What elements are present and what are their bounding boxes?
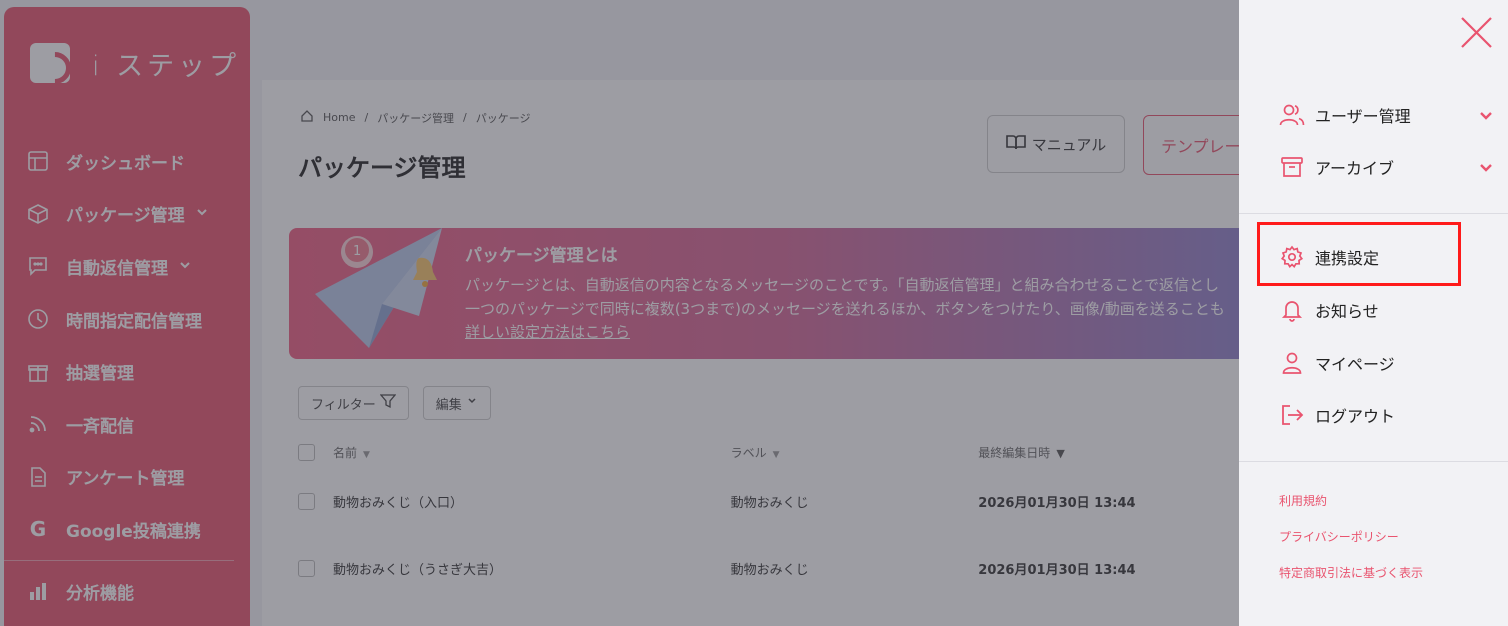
drawer-divider: [1239, 213, 1508, 214]
drawer-item-user-management[interactable]: ユーザー管理: [1279, 100, 1411, 130]
drawer-item-notifications[interactable]: お知らせ: [1279, 295, 1379, 325]
terms-link[interactable]: 利用規約: [1279, 492, 1327, 509]
drawer-item-label: ユーザー管理: [1315, 107, 1411, 126]
logout-icon: [1279, 402, 1305, 428]
drawer-item-archive[interactable]: アーカイブ: [1279, 152, 1394, 182]
user-icon: [1279, 350, 1305, 376]
drawer-item-label: お知らせ: [1315, 302, 1379, 321]
chevron-down-icon[interactable]: [1478, 160, 1494, 176]
drawer-item-my-page[interactable]: マイページ: [1279, 348, 1395, 378]
privacy-policy-link[interactable]: プライバシーポリシー: [1279, 528, 1399, 545]
commercial-law-link[interactable]: 特定商取引法に基づく表示: [1279, 564, 1423, 581]
chevron-down-icon[interactable]: [1478, 108, 1494, 124]
drawer-divider: [1239, 461, 1508, 462]
close-icon: [1460, 17, 1493, 53]
archive-icon: [1279, 154, 1305, 180]
drawer-item-label: アーカイブ: [1315, 159, 1395, 178]
users-icon: [1279, 102, 1305, 128]
bell-icon: [1279, 297, 1305, 323]
drawer-item-label: マイページ: [1315, 355, 1395, 374]
drawer-item-label: ログアウト: [1315, 407, 1396, 426]
close-button[interactable]: [1460, 16, 1493, 49]
drawer-item-logout[interactable]: ログアウト: [1279, 400, 1395, 430]
highlight-box: [1257, 222, 1461, 286]
